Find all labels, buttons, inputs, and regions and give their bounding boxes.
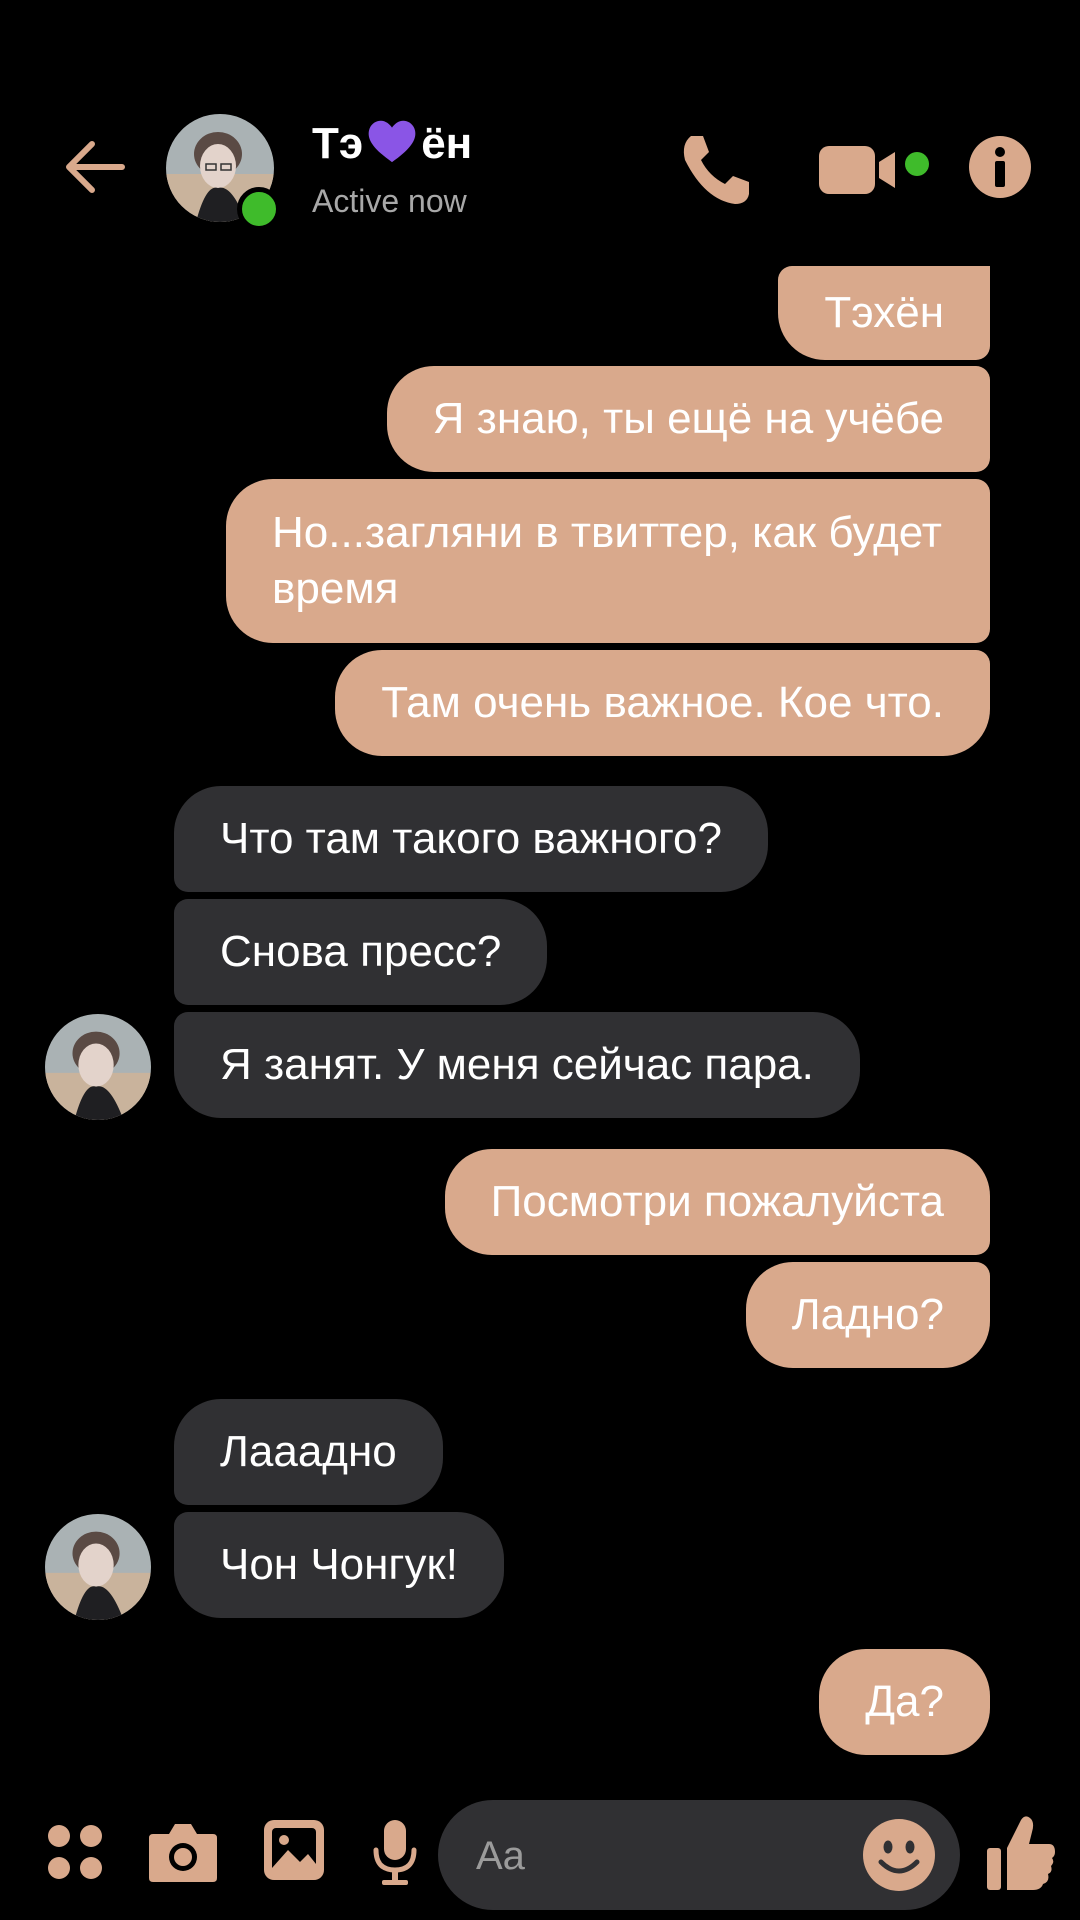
message-text: Да?	[865, 1677, 944, 1726]
camera-button[interactable]	[147, 1820, 219, 1884]
message-text: Что там такого важного?	[220, 814, 722, 863]
message-bubble-sent[interactable]: Но...загляни в твиттер, как будет время	[226, 479, 990, 643]
message-bubble-received[interactable]: Снова пресс?	[174, 899, 548, 1005]
message-text: Чон Чонгук!	[220, 1540, 458, 1589]
purple-heart-icon	[368, 120, 416, 163]
apps-button[interactable]	[45, 1822, 105, 1882]
video-call-button[interactable]	[815, 140, 935, 200]
message-text: Я занят. У меня сейчас пара.	[220, 1040, 814, 1089]
message-text: Лааадно	[220, 1427, 397, 1476]
send-like-button[interactable]	[985, 1812, 1057, 1892]
microphone-icon	[373, 1820, 417, 1885]
emoji-button[interactable]	[862, 1818, 936, 1892]
active-status: Active now	[312, 183, 467, 219]
message-text: Тэхён	[824, 288, 944, 337]
message-text: Ладно?	[791, 1290, 944, 1339]
apps-icon	[48, 1825, 102, 1879]
message-bubble-received[interactable]: Я занят. У меня сейчас пара.	[174, 1012, 860, 1118]
message-bubble-sent[interactable]: Тэхён	[778, 266, 990, 360]
message-bubble-received[interactable]: Чон Чонгук!	[174, 1512, 504, 1618]
back-arrow-icon	[66, 141, 125, 193]
gallery-icon	[264, 1820, 324, 1880]
emoji-icon	[863, 1819, 935, 1891]
sender-avatar[interactable]	[45, 1014, 151, 1120]
message-bubble-sent[interactable]: Я знаю, ты ещё на учёбе	[386, 366, 990, 472]
conversation-header: Тэ ён Active now	[0, 0, 1080, 250]
phone-icon	[683, 136, 749, 204]
message-text: Там очень важное. Кое что.	[381, 678, 944, 727]
message-text: Снова пресс?	[220, 927, 502, 976]
contact-name-part2: ён	[421, 119, 473, 168]
message-bubble-sent[interactable]: Там очень важное. Кое что.	[335, 650, 990, 756]
contact-name-part1: Тэ	[312, 119, 364, 168]
video-camera-icon	[819, 146, 929, 194]
message-input-field[interactable]	[438, 1800, 960, 1910]
message-text: Я знаю, ты ещё на учёбе	[432, 394, 944, 443]
message-bubble-sent[interactable]: Ладно?	[745, 1262, 990, 1368]
message-bubble-received[interactable]: Лааадно	[174, 1399, 443, 1505]
message-input[interactable]	[474, 1825, 858, 1887]
voice-call-button[interactable]	[675, 130, 755, 210]
sender-avatar[interactable]	[45, 1514, 151, 1620]
thumbs-up-icon	[987, 1816, 1055, 1890]
back-button[interactable]	[60, 132, 130, 202]
camera-icon	[149, 1824, 217, 1882]
message-bubble-sent[interactable]: Да?	[819, 1649, 990, 1755]
message-text: Посмотри пожалуйста	[490, 1177, 944, 1226]
online-status-dot	[237, 187, 281, 231]
message-text: Но...загляни в твиттер, как будет время	[272, 508, 942, 613]
gallery-button[interactable]	[262, 1818, 326, 1882]
contact-avatar[interactable]	[166, 114, 281, 231]
conversation-info-button[interactable]	[968, 135, 1032, 199]
message-bubble-received[interactable]: Что там такого важного?	[174, 786, 768, 892]
contact-name[interactable]: Тэ ён	[312, 118, 472, 169]
info-icon	[969, 136, 1031, 198]
message-bubble-sent[interactable]: Посмотри пожалуйста	[444, 1149, 990, 1255]
voice-message-button[interactable]	[370, 1818, 420, 1888]
